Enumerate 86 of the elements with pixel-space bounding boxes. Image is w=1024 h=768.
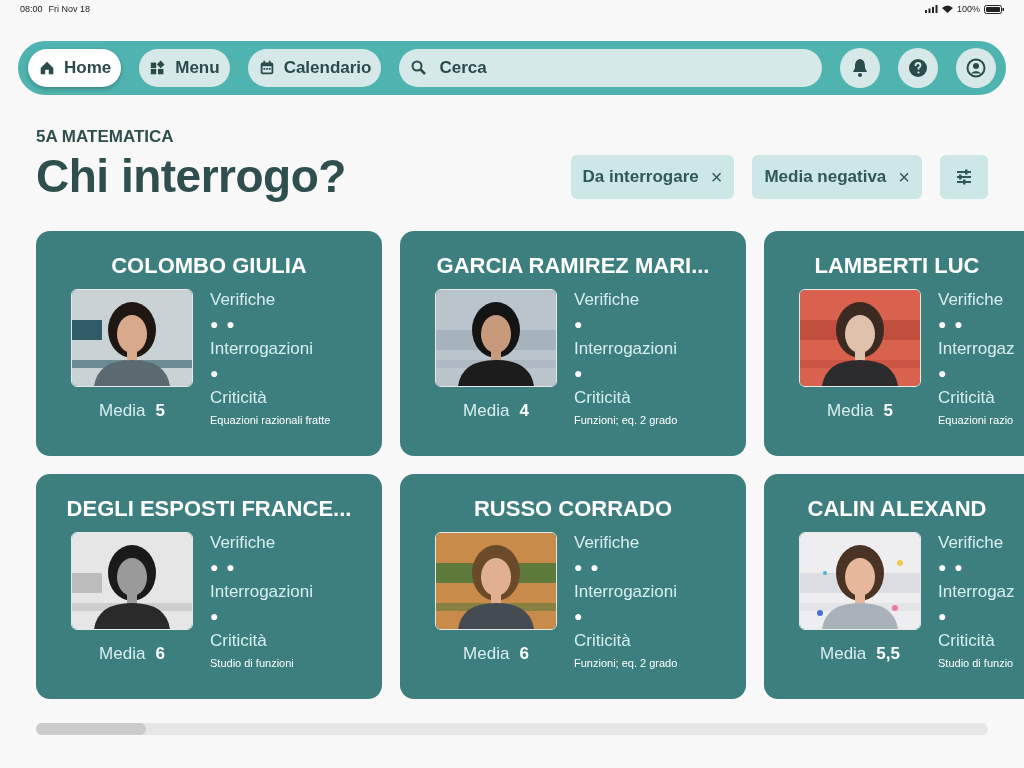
verifiche-dots: ● ● [938,315,966,334]
interrogazioni-label: Interrogazioni [210,581,313,603]
status-date: Fri Nov 18 [48,4,91,14]
criticita-text: Equazioni razionali fratte [210,413,331,428]
media-value: 6 [519,644,529,664]
student-card[interactable]: DEGLI ESPOSTI FRANCE... Media 6 Verifiche ● ● Interrogazioni ● Criticità Studio di funzioni [36,474,382,699]
student-card[interactable]: COLOMBO GIULIA Media 5 Verifiche ● ● Interrogazioni ● Criticità Equazioni razionali fratte [36,231,382,456]
criticita-label: Criticità [574,387,632,409]
interrogazioni-label: Interrogaz [938,338,1015,360]
nav-tab[interactable]: Home [28,49,122,87]
filter-chip[interactable]: Da interrogare × [570,155,735,199]
media-value: 5 [155,401,165,421]
criticita-label: Criticità [938,630,996,652]
notifications-button[interactable] [840,48,880,88]
student-card[interactable]: LAMBERTI LUC Media 5 Verifiche ● ● Interrogaz ● Criticità Equazioni razio [764,231,1024,456]
scrollbar-thumb[interactable] [36,723,146,735]
student-name: DEGLI ESPOSTI FRANCE... [65,496,353,522]
student-name: COLOMBO GIULIA [110,253,308,279]
media-label: Media [463,644,510,664]
media-label: Media [820,644,867,664]
criticita-text: Funzioni; eq. 2 grado [574,656,678,671]
verifiche-label: Verifiche [574,532,641,554]
criticita-label: Criticità [210,630,268,652]
interrogazioni-dots: ● [210,364,222,383]
interrogazioni-dots: ● [210,607,222,626]
interrogazioni-dots: ● [574,364,586,383]
criticita-text: Equazioni razio [938,413,1015,428]
verifiche-label: Verifiche [574,289,641,311]
verifiche-dots: ● ● [574,558,602,577]
student-card[interactable]: RUSSO CORRADO Media 6 Verifiche ● ● Interrogazioni ● Criticità Funzioni; eq. 2 grado [400,474,746,699]
interrogazioni-label: Interrogazioni [210,338,314,360]
search-field[interactable]: Cerca [399,49,822,87]
sliders-icon [956,169,972,185]
media-value: 4 [519,401,529,421]
criticita-text: Funzioni; eq. 2 grado [574,413,678,428]
verifiche-label: Verifiche [210,289,277,311]
account-icon [966,58,986,78]
verifiche-dots: ● ● [210,315,238,334]
student-card[interactable]: GARCIA RAMIREZ MARI... Media 4 Verifiche ● Interrogazioni ● Criticità Funzioni; eq. 2 grado [400,231,746,456]
media-label: Media [99,401,146,421]
class-name: 5A MATEMATICA [36,127,175,147]
help-button[interactable] [898,48,938,88]
search-input[interactable]: Cerca [437,57,810,79]
filter-button[interactable] [940,155,988,199]
signal-icon [924,5,938,13]
student-name: CALIN ALEXAND [806,496,988,522]
media-value: 5,5 [876,644,900,664]
account-button[interactable] [956,48,996,88]
interrogazioni-dots: ● [938,607,950,626]
criticita-text: Studio di funzio [938,656,1015,671]
student-name: RUSSO CORRADO [473,496,673,522]
criticita-label: Criticità [210,387,268,409]
verifiche-dots: ● [574,315,586,334]
criticita-text: Studio di funzioni [210,656,295,671]
interrogazioni-dots: ● [574,607,586,626]
battery-icon [984,4,1004,14]
bell-icon [851,58,869,78]
media-value: 5 [883,401,893,421]
home-icon [38,59,56,77]
help-icon [908,58,928,78]
student-name: LAMBERTI LUC [813,253,981,279]
media-label: Media [827,401,874,421]
verifiche-label: Verifiche [938,532,1005,554]
page-title: Chi interrogo? [36,149,346,203]
verifiche-label: Verifiche [210,532,277,554]
criticita-label: Criticità [938,387,996,409]
criticita-label: Criticità [574,630,632,652]
search-icon [411,60,428,76]
verifiche-dots: ● ● [938,558,966,577]
media-label: Media [99,644,146,664]
interrogazioni-label: Interrogaz [938,581,1015,603]
media-value: 6 [155,644,165,664]
student-name: GARCIA RAMIREZ MARI... [435,253,711,279]
nav-tab[interactable]: Menu [139,49,230,87]
media-label: Media [463,401,510,421]
interrogazioni-dots: ● [938,364,950,383]
battery-percent: 100% [956,4,980,14]
interrogazioni-label: Interrogazioni [574,581,678,603]
status-time: 08:00 [20,4,43,14]
verifiche-dots: ● ● [210,558,238,577]
student-card[interactable]: CALIN ALEXAND Media 5,5 Verifiche ● ● Interrogaz ● Criticità Studio di funzio [764,474,1024,699]
nav-tab[interactable]: Calendario [247,49,382,87]
wifi-icon [941,5,953,13]
filter-chip[interactable]: Media negativa × [752,155,922,199]
verifiche-label: Verifiche [938,289,1005,311]
interrogazioni-label: Interrogazioni [574,338,678,360]
